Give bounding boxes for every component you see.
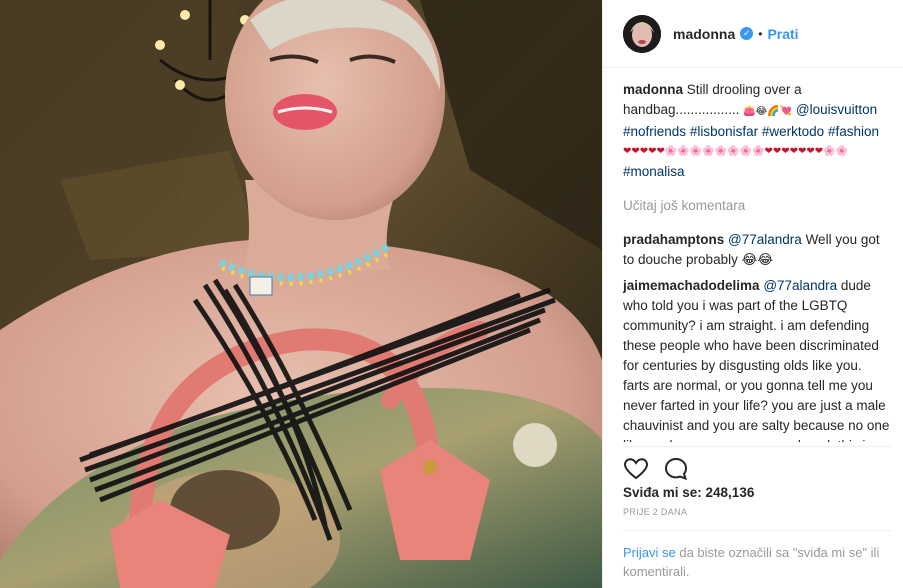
action-bar — [623, 446, 891, 485]
comment-username[interactable]: pradahamptons — [623, 232, 724, 247]
caption: madonna Still drooling over a handbag...… — [623, 80, 891, 182]
caption-emojis: 👛😂🌈💘 — [743, 106, 793, 117]
verified-badge-icon: ✓ — [740, 27, 754, 40]
avatar[interactable] — [623, 14, 661, 53]
likes-count[interactable]: Sviđa mi se: 248,136 — [623, 485, 754, 500]
comment-icon[interactable] — [663, 456, 689, 482]
load-more-comments-link[interactable]: Učitaj još komentara — [623, 196, 891, 216]
hashtag[interactable]: #monalisa — [623, 164, 685, 179]
login-prompt: Prijavi se da biste označili sa "sviđa m… — [623, 530, 891, 581]
comment-mention[interactable]: @77alandra — [728, 232, 802, 247]
post-timestamp: PRIJE 2 DANA — [623, 507, 688, 517]
hashtag[interactable]: #werktodo — [762, 124, 824, 139]
avatar-image — [623, 14, 661, 53]
separator-dot: • — [758, 26, 763, 41]
hashtag[interactable]: #fashion — [828, 124, 879, 139]
comments-list[interactable]: madonna Still drooling over a handbag...… — [623, 80, 891, 442]
caption-emoji-row: ❤❤❤❤❤🌸🌸🌸🌸🌸🌸🌸🌸❤❤❤❤❤❤❤🌸🌸 — [623, 146, 849, 157]
caption-username[interactable]: madonna — [623, 82, 683, 97]
caption-mention[interactable]: @louisvuitton — [796, 102, 877, 117]
comment-text: dude who told you i was part of the LGBT… — [623, 278, 890, 442]
instagram-post: madonna ✓ • Prati madonna Still drooling… — [0, 0, 903, 588]
post-sidebar: madonna ✓ • Prati madonna Still drooling… — [602, 0, 903, 588]
hashtag[interactable]: #lisbonisfar — [690, 124, 758, 139]
post-image — [0, 0, 602, 588]
comment-item: jaimemachadodelima @77alandra dude who t… — [623, 276, 891, 442]
hashtag[interactable]: #nofriends — [623, 124, 686, 139]
comment-mention[interactable]: @77alandra — [763, 278, 837, 293]
post-photo[interactable] — [0, 0, 602, 588]
comment-item: pradahamptons @77alandra Well you got to… — [623, 230, 891, 270]
follow-button[interactable]: Prati — [767, 26, 798, 42]
heart-icon[interactable] — [623, 456, 649, 482]
post-username[interactable]: madonna — [673, 26, 735, 42]
comment-username[interactable]: jaimemachadodelima — [623, 278, 760, 293]
login-link[interactable]: Prijavi se — [623, 545, 676, 560]
post-header: madonna ✓ • Prati — [603, 0, 903, 68]
